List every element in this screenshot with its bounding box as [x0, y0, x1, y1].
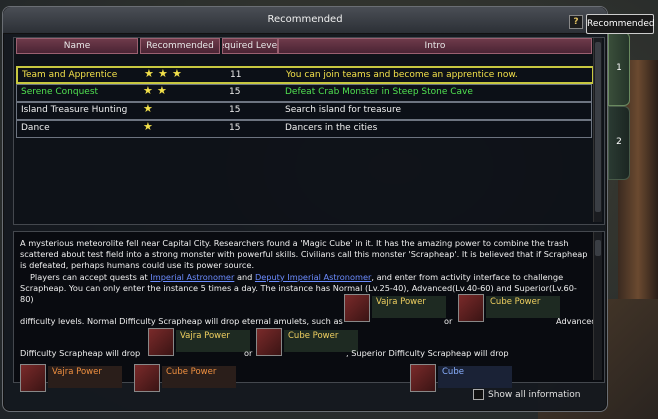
- help-button[interactable]: ?: [569, 15, 583, 29]
- item-label: Cube: [438, 366, 512, 388]
- row-level: 15: [229, 87, 241, 97]
- item-label: Cube Power: [162, 366, 236, 388]
- or-text-1: or: [444, 316, 453, 326]
- star-icon: ★: [157, 84, 167, 97]
- tab-2-label: 2: [616, 137, 622, 147]
- item-label: Vajra Power: [48, 366, 122, 388]
- description-scrollbar[interactable]: [593, 232, 602, 380]
- tooltip: Recommended: [586, 14, 655, 34]
- row-level: 11: [230, 70, 242, 80]
- or-text-2: or: [244, 348, 253, 358]
- recommended-window: Recommended ? Name Recommended Required …: [2, 6, 608, 412]
- window-titlebar[interactable]: Recommended ?: [3, 7, 607, 34]
- row-name: Serene Conquest: [21, 87, 99, 97]
- show-all-checkbox[interactable]: [473, 389, 484, 400]
- star-icon: ★: [158, 67, 168, 80]
- star-icon: ★: [144, 67, 154, 80]
- row-level: 15: [229, 123, 241, 133]
- item-cube-4[interactable]: Cube: [410, 364, 512, 392]
- star-icon: ★: [143, 102, 153, 115]
- cube-amulet-icon: [410, 364, 436, 392]
- link-imperial-astronomer[interactable]: Imperial Astronomer: [150, 272, 234, 282]
- cube-amulet-icon: [458, 294, 484, 322]
- para2-text-b: and: [234, 271, 255, 282]
- cube-amulet-icon: [256, 328, 282, 356]
- list-scroll-thumb[interactable]: [595, 42, 601, 212]
- row-name: Island Treasure Hunting: [21, 105, 128, 115]
- difficulty-text: difficulty levels. Normal Difficulty Scr…: [20, 316, 343, 326]
- vajra-amulet-icon: [20, 364, 46, 392]
- description-para1: A mysterious meteorolite fell near Capit…: [20, 238, 588, 271]
- superior-drop-text: , Superior Difficulty Scrapheap will dro…: [346, 348, 509, 358]
- row-name: Team and Apprentice: [22, 70, 118, 80]
- item-vajra-power-3[interactable]: Vajra Power: [20, 364, 122, 392]
- vajra-amulet-icon: [344, 294, 370, 322]
- show-all-toggle[interactable]: Show all information: [473, 389, 580, 400]
- item-cube-power-1[interactable]: Cube Power: [458, 294, 560, 322]
- row-intro: Dancers in the cities: [285, 123, 378, 133]
- star-icon: ★: [143, 84, 153, 97]
- advanced-drop-text: Difficulty Scrapheap will drop: [20, 348, 141, 358]
- star-icon: ★: [172, 67, 182, 80]
- item-vajra-power-1[interactable]: Vajra Power: [344, 294, 446, 322]
- vajra-amulet-icon: [148, 328, 174, 356]
- header-recommended[interactable]: Recommended: [140, 38, 220, 54]
- tab-1-label: 1: [616, 63, 622, 73]
- para2-text-a: Players can accept quests at: [30, 271, 151, 282]
- table-row[interactable]: Serene Conquest ★ ★ 15 Defeat Crab Monster i…: [16, 84, 592, 102]
- header-name[interactable]: Name: [16, 38, 138, 54]
- row-intro: Search island for treasure: [285, 105, 402, 115]
- item-cube-power-2[interactable]: Cube Power: [256, 328, 358, 356]
- header-required-level[interactable]: Required Level: [222, 38, 278, 54]
- cube-amulet-icon: [134, 364, 160, 392]
- star-icon: ★: [143, 120, 153, 133]
- row-name: Dance: [21, 123, 50, 133]
- item-cube-power-3[interactable]: Cube Power: [134, 364, 236, 392]
- show-all-label: Show all information: [488, 390, 581, 400]
- item-vajra-power-2[interactable]: Vajra Power: [148, 328, 250, 356]
- window-title: Recommended: [267, 14, 343, 25]
- table-row[interactable]: Dance ★ 15 Dancers in the cities: [16, 120, 592, 138]
- tab-1[interactable]: 1: [608, 32, 630, 106]
- table-row[interactable]: Island Treasure Hunting ★ 15 Search island …: [16, 102, 592, 120]
- description-panel: A mysterious meteorolite fell near Capit…: [13, 231, 605, 392]
- item-label: Vajra Power: [372, 296, 446, 318]
- row-intro: Defeat Crab Monster in Steep Stone Cave: [285, 87, 473, 97]
- row-level: 15: [229, 105, 241, 115]
- header-intro[interactable]: Intro: [278, 38, 592, 54]
- table-row[interactable]: Team and Apprentice ★ ★ ★ 11 You can join tea…: [16, 66, 594, 84]
- side-tabs: 1 2: [608, 32, 630, 222]
- item-label: Cube Power: [486, 296, 560, 318]
- row-intro: You can join teams and become an apprent…: [286, 70, 518, 80]
- description-scroll-thumb[interactable]: [595, 240, 601, 256]
- list-scrollbar[interactable]: [593, 38, 602, 222]
- tab-2[interactable]: 2: [608, 106, 630, 180]
- activity-list: Name Recommended Required Level Intro Te…: [13, 37, 605, 225]
- link-deputy-imperial-astronomer[interactable]: Deputy Imperial Astronomer: [255, 272, 371, 282]
- item-label: Vajra Power: [176, 330, 250, 352]
- advanced-text: Advanced: [556, 316, 597, 326]
